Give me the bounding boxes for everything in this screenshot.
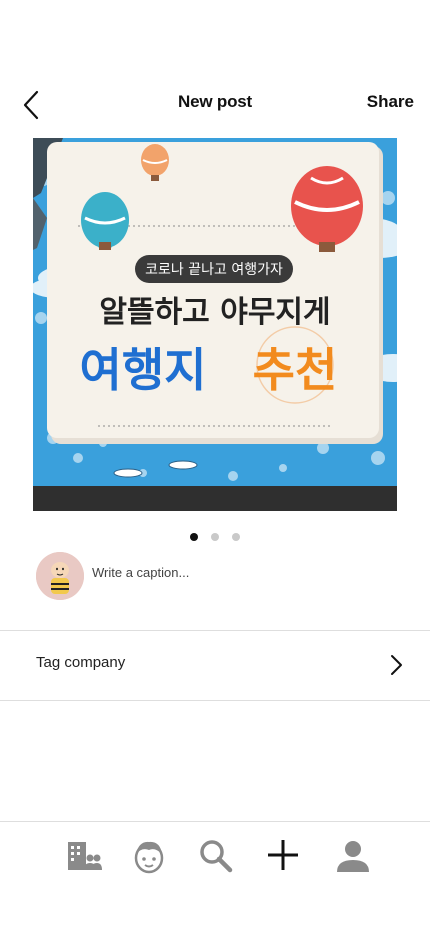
image-title-blue: 여행지 — [80, 343, 207, 397]
face-icon[interactable] — [129, 836, 169, 876]
search-icon[interactable] — [196, 836, 236, 876]
carousel-dot[interactable] — [232, 533, 240, 541]
image-title-orange: 추천 — [253, 343, 338, 397]
image-headline: 알뜰하고 야무지게 — [99, 295, 330, 330]
carousel-dot[interactable] — [211, 533, 219, 541]
avatar — [36, 552, 84, 600]
profile-icon[interactable] — [333, 836, 373, 876]
caption-input[interactable]: Write a caption... — [92, 565, 189, 580]
plus-icon[interactable] — [263, 836, 303, 876]
image-pill-text: 코로나 끝나고 여행가자 — [145, 262, 283, 278]
carousel-dots — [0, 533, 430, 541]
page-title: New post — [178, 92, 252, 111]
carousel-dot[interactable] — [190, 533, 198, 541]
post-image: 코로나 끝나고 여행가자 알뜰하고 야무지게 여행지 추천 — [33, 138, 397, 511]
share-button[interactable]: Share — [367, 92, 414, 112]
chevron-right-icon — [388, 652, 404, 678]
divider — [0, 700, 430, 701]
tag-company-label: Tag company — [36, 654, 126, 671]
company-icon[interactable] — [64, 836, 104, 876]
